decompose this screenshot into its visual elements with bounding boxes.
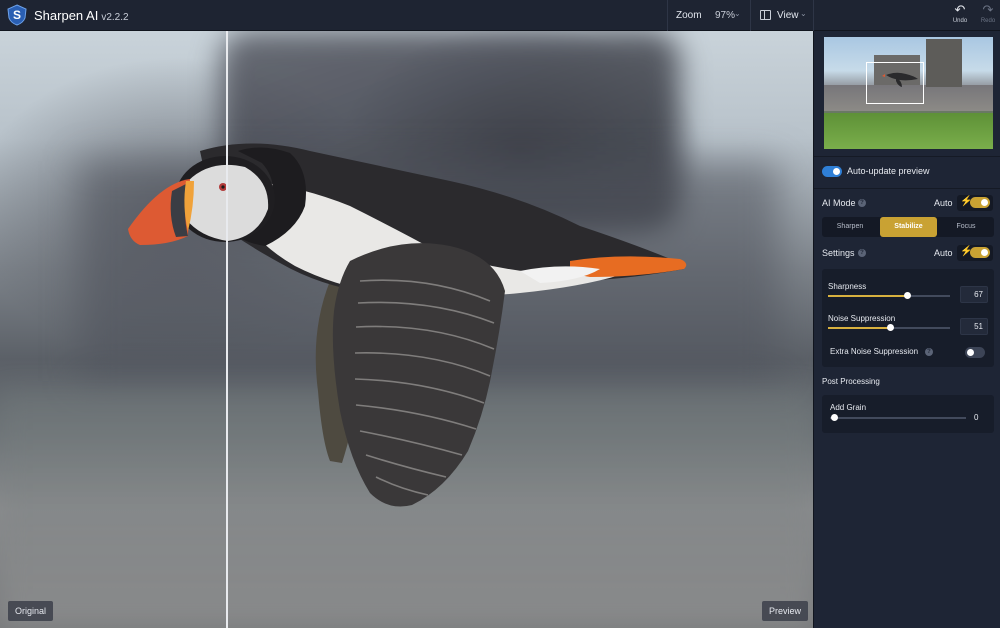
settings-auto-switch[interactable]: ⚡ — [957, 245, 993, 261]
noise-suppression-row: Noise Suppression 51 — [822, 314, 994, 344]
toolbar-divider — [813, 0, 814, 31]
ai-mode-auto-label: Auto — [934, 198, 953, 208]
redo-label: Redo — [980, 18, 996, 24]
tab-stabilize[interactable]: Stabilize — [880, 217, 937, 237]
settings-label: Settings — [822, 248, 855, 258]
add-grain-label: Add Grain — [830, 403, 867, 412]
split-view-icon — [760, 10, 771, 20]
zoom-value: 97% — [715, 10, 736, 21]
undo-label: Undo — [952, 18, 968, 24]
help-icon[interactable]: ? — [925, 348, 933, 356]
toolbar-divider — [750, 0, 751, 31]
auto-update-toggle[interactable] — [822, 166, 842, 177]
post-processing-label: Post Processing — [822, 377, 880, 386]
puffin-photo — [128, 143, 687, 507]
noise-suppression-slider[interactable] — [828, 324, 950, 331]
add-grain-slider[interactable] — [830, 414, 966, 421]
noise-suppression-label: Noise Suppression — [828, 314, 896, 323]
zoom-dropdown[interactable]: Zoom 97% ⌄ — [668, 0, 748, 31]
tab-focus[interactable]: Focus — [938, 217, 994, 237]
original-button[interactable]: Original — [8, 601, 54, 621]
view-label: View — [777, 10, 799, 21]
extra-noise-suppression-label: Extra Noise Suppression — [830, 347, 919, 356]
settings-panel: Auto-update preview AI Mode ? Auto ⚡ Sha… — [813, 31, 1000, 628]
navigator-viewport-rect[interactable] — [866, 62, 924, 104]
add-grain-value: 0 — [974, 413, 979, 422]
panel-divider — [814, 156, 1000, 157]
navigator-tower — [926, 39, 962, 87]
settings-auto-toggle[interactable] — [970, 247, 990, 258]
extra-noise-suppression-toggle[interactable] — [965, 347, 985, 358]
ai-mode-tabs: Sharpen Stabilize Focus — [822, 217, 994, 237]
image-canvas[interactable]: Original Preview — [0, 31, 813, 628]
help-icon[interactable]: ? — [858, 199, 866, 207]
sharpness-row: Sharpness 67 — [822, 282, 994, 312]
ai-mode-auto-switch[interactable]: ⚡ — [957, 195, 993, 211]
zoom-label: Zoom — [676, 10, 702, 21]
noise-suppression-fill — [828, 327, 891, 329]
settings-auto-label: Auto — [934, 248, 953, 258]
ai-mode-auto-toggle[interactable] — [970, 197, 990, 208]
sharpness-fill — [828, 295, 908, 297]
redo-icon: ↷ — [982, 2, 994, 17]
help-icon[interactable]: ? — [858, 249, 866, 257]
add-grain-thumb[interactable] — [831, 414, 839, 421]
sharpness-slider[interactable] — [828, 292, 950, 299]
before-after-split-handle[interactable] — [226, 31, 228, 628]
svg-text:S: S — [13, 8, 21, 22]
undo-button[interactable]: ↶ Undo — [948, 3, 972, 29]
sharpen-ai-window: S Sharpen AI v2.2.2 Zoom 97% ⌄ View ⌄ ↶ U… — [0, 0, 1000, 628]
top-toolbar: S Sharpen AI v2.2.2 Zoom 97% ⌄ View ⌄ ↶ U… — [0, 0, 1000, 31]
add-grain-box: Add Grain 0 — [822, 395, 994, 433]
app-name: Sharpen AI — [34, 8, 99, 23]
app-logo-icon: S — [7, 4, 27, 26]
extra-noise-suppression-row: Extra Noise Suppression ? — [822, 345, 994, 359]
auto-update-preview-row: Auto-update preview — [822, 165, 992, 179]
app-title: Sharpen AI v2.2.2 — [34, 8, 129, 23]
sharpness-label: Sharpness — [828, 282, 867, 291]
redo-button[interactable]: ↷ Redo — [976, 3, 1000, 29]
navigator-thumbnail[interactable] — [824, 37, 993, 149]
ai-mode-label: AI Mode — [822, 198, 856, 208]
chevron-down-icon: ⌄ — [734, 9, 741, 18]
noise-suppression-value-input[interactable]: 51 — [960, 318, 988, 335]
navigator-grass — [824, 113, 993, 149]
app-version: v2.2.2 — [101, 12, 129, 23]
sharpness-value-input[interactable]: 67 — [960, 286, 988, 303]
view-dropdown[interactable]: View ⌄ — [752, 0, 812, 31]
settings-box: Sharpness 67 Noise Suppression 51 Extra … — [822, 269, 994, 367]
sharpness-thumb[interactable] — [904, 292, 912, 299]
preview-button[interactable]: Preview — [762, 601, 809, 621]
panel-divider — [814, 188, 1000, 189]
chevron-down-icon: ⌄ — [800, 9, 807, 18]
undo-icon: ↶ — [954, 2, 966, 17]
tab-sharpen[interactable]: Sharpen — [822, 217, 878, 237]
auto-update-label: Auto-update preview — [847, 166, 930, 176]
noise-suppression-thumb[interactable] — [887, 324, 895, 331]
